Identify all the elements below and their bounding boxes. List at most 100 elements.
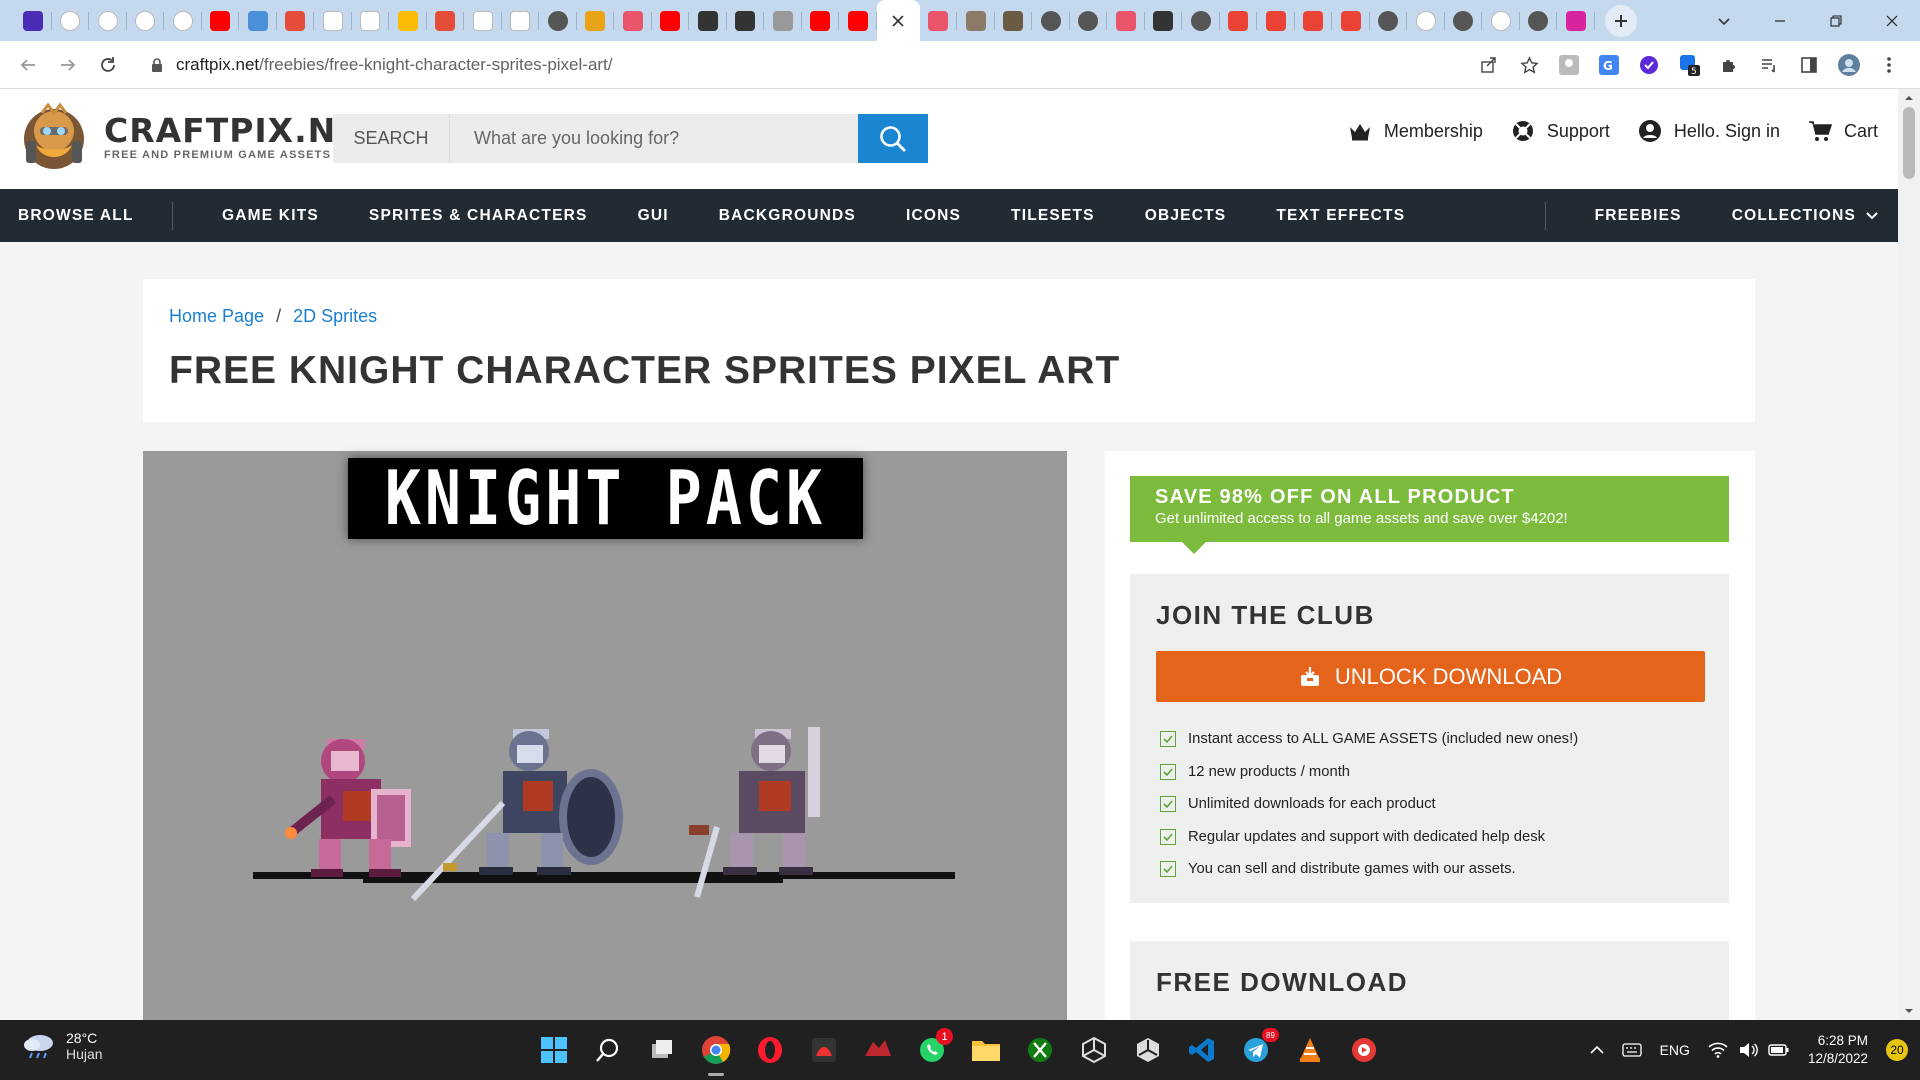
membership-link[interactable]: Membership — [1348, 121, 1483, 142]
nav-freebies[interactable]: FREEBIES — [1595, 189, 1682, 242]
omnibox[interactable]: craftpix.net/freebies/free-knight-charac… — [136, 48, 1616, 82]
nav-browse-all[interactable]: BROWSE ALL — [18, 189, 172, 242]
breadcrumb-2d-sprites-link[interactable]: 2D Sprites — [293, 306, 377, 327]
chevron-up-icon[interactable] — [1590, 1045, 1604, 1055]
nav-backgrounds[interactable]: BACKGROUNDS — [719, 189, 856, 242]
browser-tab[interactable] — [127, 0, 164, 41]
keyboard-icon[interactable] — [1621, 1043, 1642, 1057]
extension-badge-button[interactable]: 5 — [1672, 48, 1706, 82]
promo-banner[interactable]: SAVE 98% OFF ON ALL PRODUCT Get unlimite… — [1130, 476, 1729, 554]
scrollbar-thumb[interactable] — [1903, 107, 1915, 179]
browser-tab[interactable] — [277, 0, 314, 41]
minimize-button[interactable] — [1752, 0, 1808, 41]
browser-tab[interactable] — [802, 0, 839, 41]
vpn-extension-button[interactable] — [1632, 48, 1666, 82]
browser-tab[interactable] — [1332, 0, 1370, 41]
browser-tab[interactable] — [577, 0, 614, 41]
language-indicator[interactable]: ENG — [1660, 1042, 1690, 1058]
file-explorer-taskbar-app[interactable] — [959, 1020, 1013, 1080]
unlock-download-button[interactable]: UNLOCK DOWNLOAD — [1156, 651, 1705, 702]
profile-button[interactable] — [1832, 48, 1866, 82]
nav-game-kits[interactable]: GAME KITS — [222, 189, 319, 242]
browser-tab[interactable] — [502, 0, 539, 41]
active-browser-tab[interactable] — [876, 0, 920, 41]
cart-link[interactable]: Cart — [1808, 119, 1878, 143]
browser-tab[interactable] — [239, 0, 277, 41]
browser-tab[interactable] — [614, 0, 652, 41]
bookmark-button[interactable] — [1512, 48, 1546, 82]
nav-tilesets[interactable]: TILESETS — [1011, 189, 1095, 242]
side-panel-button[interactable] — [1792, 48, 1826, 82]
reading-list-button[interactable] — [1752, 48, 1786, 82]
new-tab-button[interactable] — [1604, 4, 1637, 37]
unity-taskbar-app[interactable] — [1067, 1020, 1121, 1080]
browser-tab[interactable] — [652, 0, 689, 41]
browser-tab[interactable] — [539, 0, 577, 41]
browser-tab[interactable] — [1557, 0, 1595, 41]
browser-tab[interactable] — [52, 0, 89, 41]
nav-collections[interactable]: COLLECTIONS — [1732, 189, 1878, 242]
browser-tab[interactable] — [1482, 0, 1520, 41]
network-volume-battery[interactable] — [1708, 1042, 1790, 1058]
chrome-taskbar-app[interactable] — [689, 1020, 743, 1080]
browser-tab[interactable] — [839, 0, 877, 41]
browser-tab[interactable] — [1257, 0, 1295, 41]
extensions-menu-button[interactable] — [1712, 48, 1746, 82]
browser-tab[interactable] — [1182, 0, 1220, 41]
browser-tab[interactable] — [689, 0, 727, 41]
screen-recorder-taskbar-app[interactable] — [1337, 1020, 1391, 1080]
browser-tab[interactable] — [1145, 0, 1182, 41]
search-input[interactable] — [450, 114, 858, 163]
tab-search-button[interactable] — [1696, 0, 1752, 41]
notification-badge[interactable]: 20 — [1886, 1039, 1908, 1061]
browser-tab[interactable] — [464, 0, 502, 41]
task-view-button[interactable] — [635, 1020, 689, 1080]
weather-widget[interactable]: 28°C Hujan — [22, 1030, 103, 1062]
reload-button[interactable] — [88, 45, 128, 85]
browser-menu-button[interactable] — [1872, 48, 1906, 82]
nav-text-effects[interactable]: TEXT EFFECTS — [1276, 189, 1405, 242]
nav-gui[interactable]: GUI — [638, 189, 669, 242]
clock[interactable]: 6:28 PM 12/8/2022 — [1808, 1032, 1868, 1068]
nav-objects[interactable]: OBJECTS — [1145, 189, 1227, 242]
browser-tab[interactable] — [427, 0, 464, 41]
browser-tab[interactable] — [1107, 0, 1145, 41]
browser-tab[interactable] — [920, 0, 957, 41]
nav-sprites-characters[interactable]: SPRITES & CHARACTERS — [369, 189, 588, 242]
breadcrumb-home-link[interactable]: Home Page — [169, 306, 264, 327]
telegram-taskbar-app[interactable]: 89 — [1229, 1020, 1283, 1080]
browser-tab[interactable] — [957, 0, 995, 41]
browser-tab[interactable] — [1445, 0, 1482, 41]
vlc-taskbar-app[interactable] — [1283, 1020, 1337, 1080]
close-window-button[interactable] — [1864, 0, 1920, 41]
browser-tab[interactable] — [995, 0, 1032, 41]
browser-tab[interactable] — [164, 0, 202, 41]
page-scrollbar[interactable] — [1898, 89, 1920, 1020]
unity-hub-taskbar-app[interactable] — [1121, 1020, 1175, 1080]
browser-tab[interactable] — [202, 0, 239, 41]
nav-icons[interactable]: ICONS — [906, 189, 961, 242]
browser-tab[interactable] — [1070, 0, 1107, 41]
search-taskbar-button[interactable] — [581, 1020, 635, 1080]
browser-tab[interactable] — [314, 0, 352, 41]
product-preview-image[interactable]: KNIGHT PACK — [143, 451, 1067, 1020]
game-app-taskbar[interactable] — [797, 1020, 851, 1080]
translate-extension-button[interactable]: G — [1592, 48, 1626, 82]
browser-tab[interactable] — [727, 0, 764, 41]
signin-link[interactable]: Hello. Sign in — [1638, 119, 1780, 143]
start-button[interactable] — [527, 1020, 581, 1080]
restore-button[interactable] — [1808, 0, 1864, 41]
browser-tab[interactable] — [389, 0, 427, 41]
browser-tab[interactable] — [1520, 0, 1557, 41]
browser-tab[interactable] — [89, 0, 127, 41]
xbox-taskbar-app[interactable] — [1013, 1020, 1067, 1080]
browser-tab[interactable] — [14, 0, 52, 41]
browser-tab[interactable] — [764, 0, 802, 41]
browser-tab[interactable] — [1220, 0, 1257, 41]
opera-taskbar-app[interactable] — [743, 1020, 797, 1080]
support-link[interactable]: Support — [1511, 119, 1610, 143]
forward-button[interactable] — [48, 45, 88, 85]
browser-tab[interactable] — [352, 0, 389, 41]
browser-tab[interactable] — [1295, 0, 1332, 41]
browser-tab[interactable] — [1407, 0, 1445, 41]
